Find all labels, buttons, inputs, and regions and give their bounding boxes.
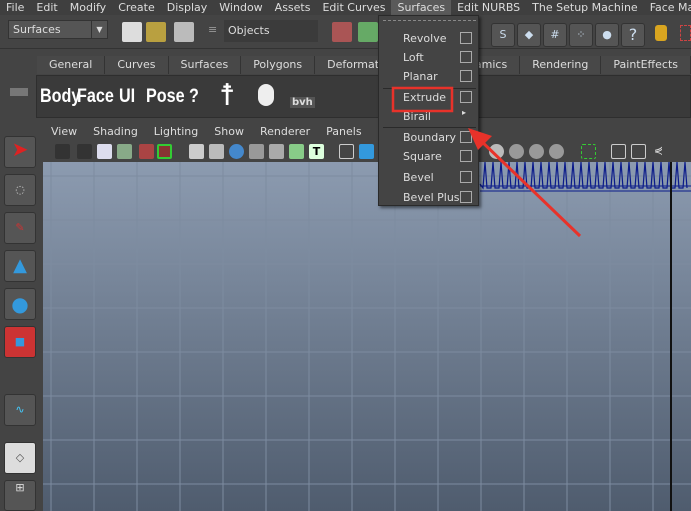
annotation-overlay xyxy=(391,86,582,238)
annotation-arrow xyxy=(476,136,582,238)
highlight-box xyxy=(391,86,454,113)
